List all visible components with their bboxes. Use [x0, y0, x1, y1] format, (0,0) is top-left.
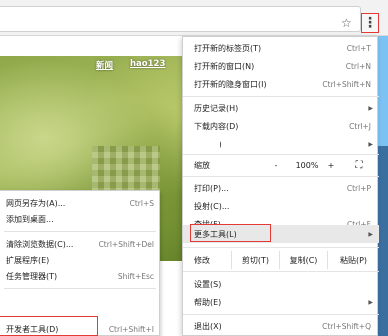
- menu-item-exit[interactable]: 退出(X) Ctrl+Shift+Q: [183, 317, 379, 335]
- menu-item-save-as[interactable]: 网页另存为(A)... Ctrl+S: [0, 195, 160, 211]
- kebab-menu-icon[interactable]: ⋮: [361, 13, 379, 33]
- chrome-main-menu: 打开新的标签页(T) Ctrl+T 打开新的窗口(N) Ctrl+N 打开新的隐…: [182, 36, 379, 336]
- submenu-arrow-icon: ▶: [368, 104, 373, 112]
- menu-divider: [183, 96, 379, 97]
- menu-item-help[interactable]: 帮助(E) ▶: [183, 293, 379, 311]
- menu-item-new-window[interactable]: 打开新的窗口(N) Ctrl+N: [183, 57, 379, 75]
- address-bar[interactable]: [0, 6, 361, 32]
- copy-button[interactable]: 复制(C): [279, 251, 327, 269]
- blank-overlay: [188, 133, 220, 153]
- menu-divider: [183, 271, 379, 272]
- edit-row: 修改 剪切(T) 复制(C) 粘贴(P): [183, 250, 379, 270]
- menu-item-task-manager[interactable]: 任务管理器(T) Shift+Esc: [0, 268, 160, 284]
- menu-item-print[interactable]: 打印(P)... Ctrl+P: [183, 179, 379, 197]
- fullscreen-icon[interactable]: ⛶: [349, 157, 369, 173]
- menu-divider: [183, 176, 379, 177]
- menu-item-extensions[interactable]: 扩展程序(E): [0, 252, 160, 268]
- submenu-arrow-icon: ▶: [368, 298, 373, 306]
- cut-button[interactable]: 剪切(T): [231, 251, 279, 269]
- page-context-menu: 网页另存为(A)... Ctrl+S 添加到桌面... 清除浏览数据(C)...…: [0, 190, 160, 336]
- menu-item-clear-data[interactable]: 清除浏览数据(C)... Ctrl+Shift+Del: [0, 236, 160, 252]
- menu-item-add-to-desktop[interactable]: 添加到桌面...: [0, 211, 160, 227]
- zoom-label: 缩放: [194, 160, 210, 170]
- menu-item-settings[interactable]: 设置(S): [183, 275, 379, 293]
- desktop-edge-highlight: [378, 36, 388, 146]
- menu-divider: [183, 314, 379, 315]
- star-icon[interactable]: ☆: [341, 16, 352, 30]
- zoom-in-button[interactable]: +: [321, 157, 341, 173]
- submenu-arrow-icon: ▶: [368, 230, 373, 238]
- more-tools-highlight: [190, 224, 271, 242]
- browser-toolbar: ☆ ⋮: [0, 0, 388, 36]
- menu-divider: [183, 247, 379, 248]
- edit-label: 修改: [194, 255, 210, 265]
- menu-divider: [4, 231, 156, 232]
- nav-link-news[interactable]: 新闻: [96, 59, 113, 71]
- menu-item-history[interactable]: 历史记录(H) ▶: [183, 99, 379, 117]
- kebab-glyph: ⋮: [363, 15, 377, 31]
- submenu-arrow-icon: ▶: [368, 140, 373, 148]
- paste-button[interactable]: 粘贴(P): [327, 251, 379, 269]
- menu-item-cast[interactable]: 投射(C)...: [183, 197, 379, 215]
- menu-item-new-tab[interactable]: 打开新的标签页(T) Ctrl+T: [183, 39, 379, 57]
- nav-link-hao123[interactable]: hao123: [130, 59, 165, 69]
- developer-tools-highlight: [0, 316, 98, 336]
- menu-item-new-incognito[interactable]: 打开新的隐身窗口(I) Ctrl+Shift+N: [183, 75, 379, 93]
- menu-divider: [4, 288, 156, 289]
